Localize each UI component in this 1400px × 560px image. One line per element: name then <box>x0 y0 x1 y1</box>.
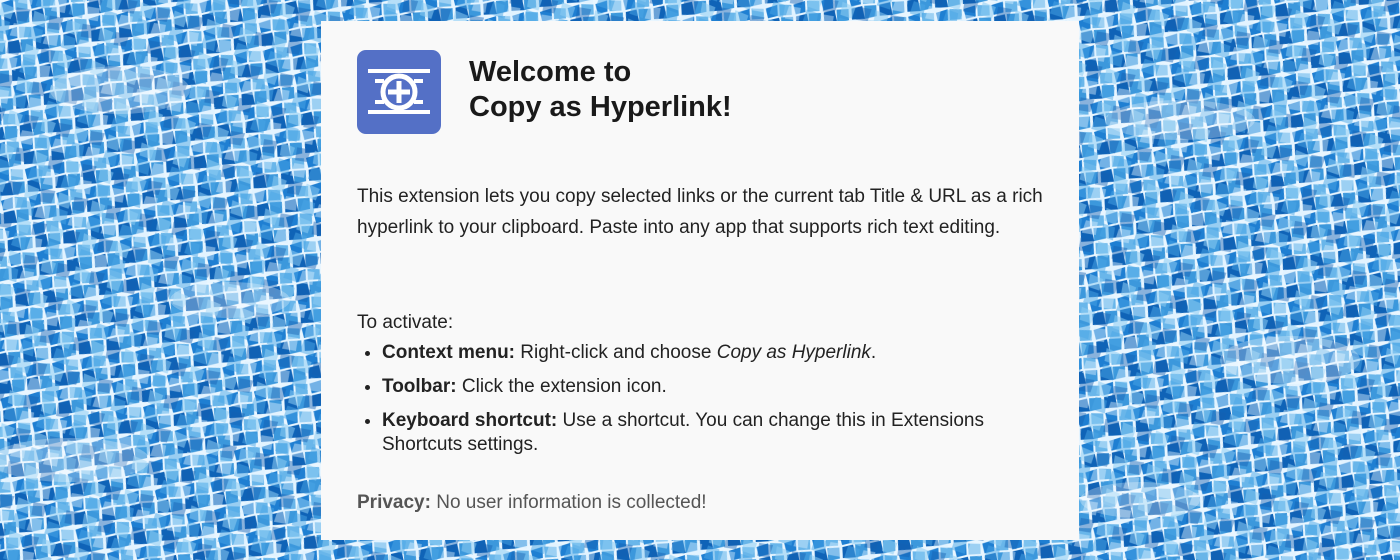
keyboard-shortcut-label: Keyboard shortcut: <box>382 410 558 431</box>
activation-method-context-menu: Context menu: Right-click and choose Cop… <box>382 341 1057 365</box>
privacy-label: Privacy: <box>357 492 431 513</box>
copy-hyperlink-icon <box>357 50 441 134</box>
privacy-notice: Privacy: No user information is collecte… <box>357 490 707 516</box>
copy-as-hyperlink-command: Copy as Hyperlink <box>716 342 871 363</box>
activation-methods-list: Context menu: Right-click and choose Cop… <box>357 341 1057 467</box>
welcome-title: Welcome to Copy as Hyperlink! <box>469 55 732 125</box>
toolbar-label: Toolbar: <box>382 376 457 397</box>
context-menu-text-before: Right-click and choose <box>515 342 717 363</box>
welcome-card: Welcome to Copy as Hyperlink! This exten… <box>321 21 1079 540</box>
activation-method-keyboard-shortcut: Keyboard shortcut: Use a shortcut. You c… <box>382 409 1057 457</box>
welcome-title-line-1: Welcome to <box>469 56 632 88</box>
extension-description: This extension lets you copy selected li… <box>357 186 1043 238</box>
privacy-text: No user information is collected! <box>430 492 707 513</box>
context-menu-text-after: . <box>870 342 877 363</box>
activation-method-toolbar: Toolbar: Click the extension icon. <box>382 375 1057 399</box>
context-menu-label: Context menu: <box>382 342 515 363</box>
toolbar-description: Click the extension icon. <box>456 376 667 397</box>
welcome-title-line-2: Copy as Hyperlink! <box>469 91 732 123</box>
activation-heading: To activate: <box>357 312 454 333</box>
